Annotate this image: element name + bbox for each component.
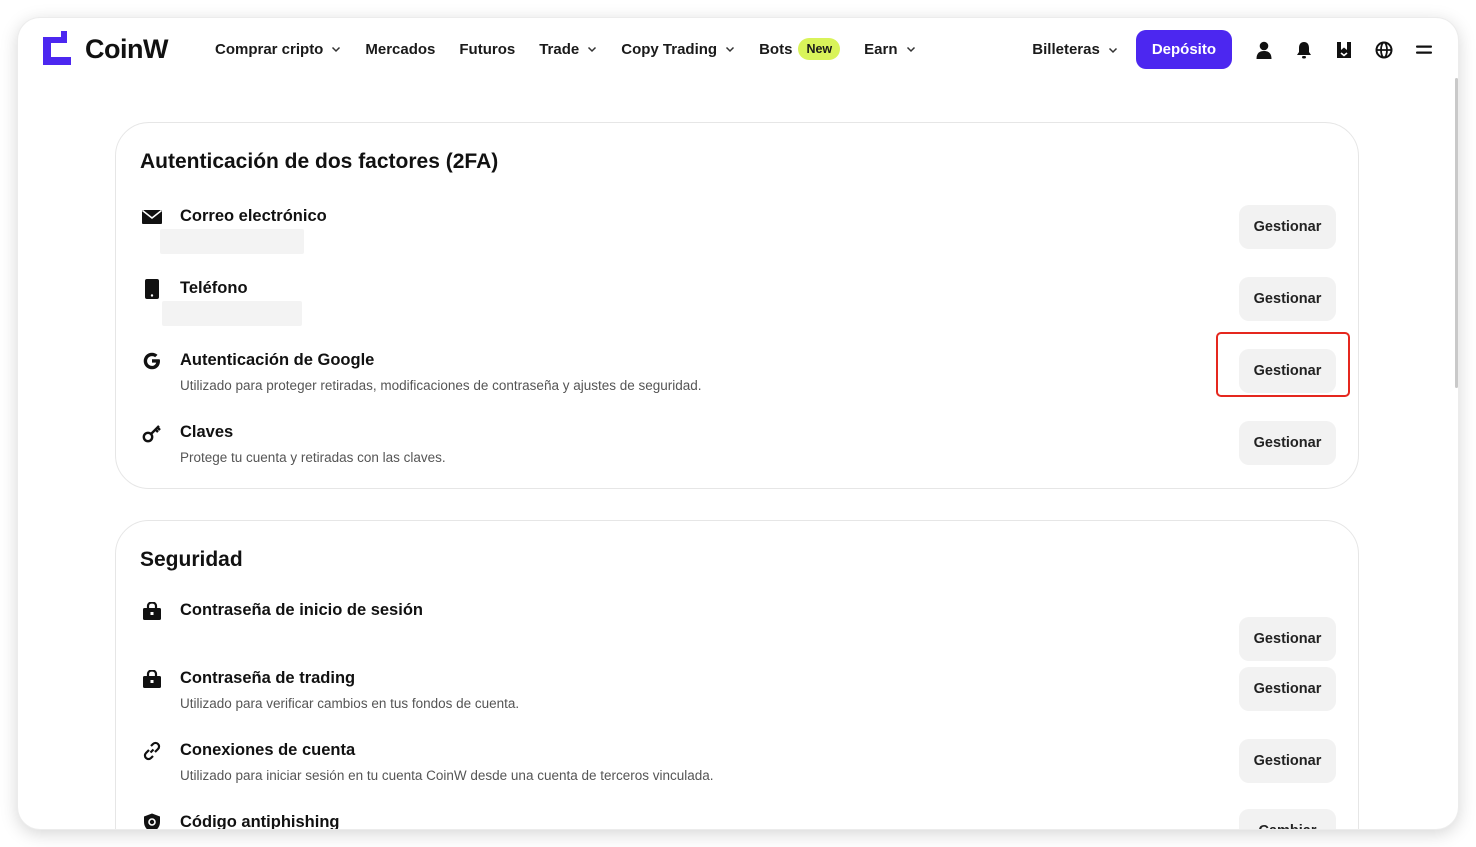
- download-icon[interactable]: [1334, 40, 1354, 60]
- masked-email-value: [160, 229, 304, 254]
- top-navbar: CoinW Comprar cripto Mercados Futuros Tr…: [18, 18, 1458, 82]
- new-badge: New: [798, 38, 841, 60]
- nav-item-label: Trade: [539, 40, 580, 58]
- manage-phone-button[interactable]: Gestionar: [1239, 277, 1336, 321]
- nav-item-label: Futuros: [459, 40, 516, 58]
- manage-account-connections-button[interactable]: Gestionar: [1239, 739, 1336, 783]
- twofa-title: Autenticación de dos factores (2FA): [140, 150, 499, 173]
- nav-item-futuros[interactable]: Futuros: [459, 41, 515, 58]
- row-description: Utilizado para proteger retiradas, modif…: [180, 378, 702, 393]
- manage-passkeys-button[interactable]: Gestionar: [1239, 421, 1336, 465]
- masked-phone-value: [162, 301, 302, 326]
- mail-icon: [140, 205, 164, 229]
- twofa-row-email: Correo electrónico Gestionar: [140, 205, 1336, 265]
- row-title: Teléfono: [180, 279, 248, 297]
- phone-icon: [140, 277, 164, 301]
- lock-icon: [140, 667, 164, 691]
- twofa-card: Autenticación de dos factores (2FA) Corr…: [115, 122, 1359, 489]
- main-menu: Comprar cripto Mercados Futuros Trade Co…: [215, 38, 940, 60]
- nav-item-label: Earn: [864, 40, 898, 58]
- security-row-antiphishing: Código antiphishing Cambiar: [140, 809, 1336, 829]
- coinw-logo-mark: [43, 31, 73, 67]
- row-title: Correo electrónico: [180, 207, 327, 225]
- nav-item-trade[interactable]: Trade: [539, 41, 597, 58]
- nav-item-copy-trading[interactable]: Copy Trading: [621, 41, 735, 58]
- chevron-down-icon: [1108, 47, 1117, 53]
- row-title: Contraseña de trading: [180, 669, 356, 687]
- manage-email-button[interactable]: Gestionar: [1239, 205, 1336, 249]
- row-title: Contraseña de inicio de sesión: [180, 601, 423, 619]
- security-title: Seguridad: [140, 548, 243, 571]
- row-title: Código antiphishing: [180, 813, 340, 829]
- nav-actions: Billeteras Depósito: [1032, 30, 1434, 69]
- security-row-trading-password: Contraseña de trading Utilizado para ver…: [140, 667, 1336, 727]
- manage-login-password-button[interactable]: Gestionar: [1239, 617, 1336, 661]
- browser-window: CoinW Comprar cripto Mercados Futuros Tr…: [18, 18, 1458, 829]
- chevron-down-icon: [906, 46, 915, 53]
- row-description: Protege tu cuenta y retiradas con las cl…: [180, 450, 446, 465]
- wallets-label: Billeteras: [1032, 41, 1100, 58]
- nav-item-label: Comprar cripto: [215, 40, 324, 58]
- manage-trading-password-button[interactable]: Gestionar: [1239, 667, 1336, 711]
- twofa-row-phone: Teléfono Gestionar: [140, 277, 1336, 337]
- globe-icon[interactable]: [1374, 40, 1394, 60]
- nav-item-label: Mercados: [365, 40, 436, 58]
- nav-item-comprar-cripto[interactable]: Comprar cripto: [215, 41, 341, 58]
- nav-item-bots[interactable]: Bots New: [759, 38, 841, 60]
- twofa-row-google-auth: Autenticación de Google Utilizado para p…: [140, 349, 1336, 409]
- coinw-logo[interactable]: CoinW: [43, 31, 168, 67]
- user-icon[interactable]: [1254, 40, 1274, 60]
- highlight-box: [1216, 332, 1350, 397]
- google-icon: [140, 349, 164, 373]
- chevron-down-icon: [726, 46, 735, 53]
- row-description: Utilizado para iniciar sesión en tu cuen…: [180, 768, 714, 783]
- menu-icon[interactable]: [1414, 40, 1434, 60]
- chevron-down-icon: [332, 46, 341, 53]
- twofa-row-passkeys: Claves Protege tu cuenta y retiradas con…: [140, 421, 1336, 481]
- row-title: Autenticación de Google: [180, 351, 375, 369]
- key-icon: [140, 421, 164, 445]
- brand-name: CoinW: [85, 33, 168, 64]
- security-card: Seguridad Contraseña de inicio de sesión…: [115, 520, 1359, 829]
- wallets-menu[interactable]: Billeteras: [1032, 41, 1118, 58]
- shield-icon: [140, 811, 164, 829]
- lock-icon: [140, 599, 164, 623]
- nav-item-label: Bots: [759, 40, 793, 58]
- nav-item-mercados[interactable]: Mercados: [365, 41, 435, 58]
- nav-item-earn[interactable]: Earn: [864, 41, 915, 58]
- security-row-account-connections: Conexiones de cuenta Utilizado para inic…: [140, 739, 1336, 799]
- bell-icon[interactable]: [1294, 40, 1314, 60]
- row-description: Utilizado para verificar cambios en tus …: [180, 696, 520, 711]
- change-antiphishing-button[interactable]: Cambiar: [1239, 809, 1336, 829]
- deposit-button[interactable]: Depósito: [1135, 30, 1232, 69]
- nav-item-label: Copy Trading: [621, 40, 718, 58]
- scrollbar-thumb[interactable]: [1455, 78, 1458, 388]
- link-icon: [140, 739, 164, 763]
- security-row-login-password: Contraseña de inicio de sesión Gestionar: [140, 599, 1336, 661]
- row-title: Claves: [180, 423, 234, 441]
- chevron-down-icon: [588, 46, 597, 53]
- row-title: Conexiones de cuenta: [180, 741, 356, 759]
